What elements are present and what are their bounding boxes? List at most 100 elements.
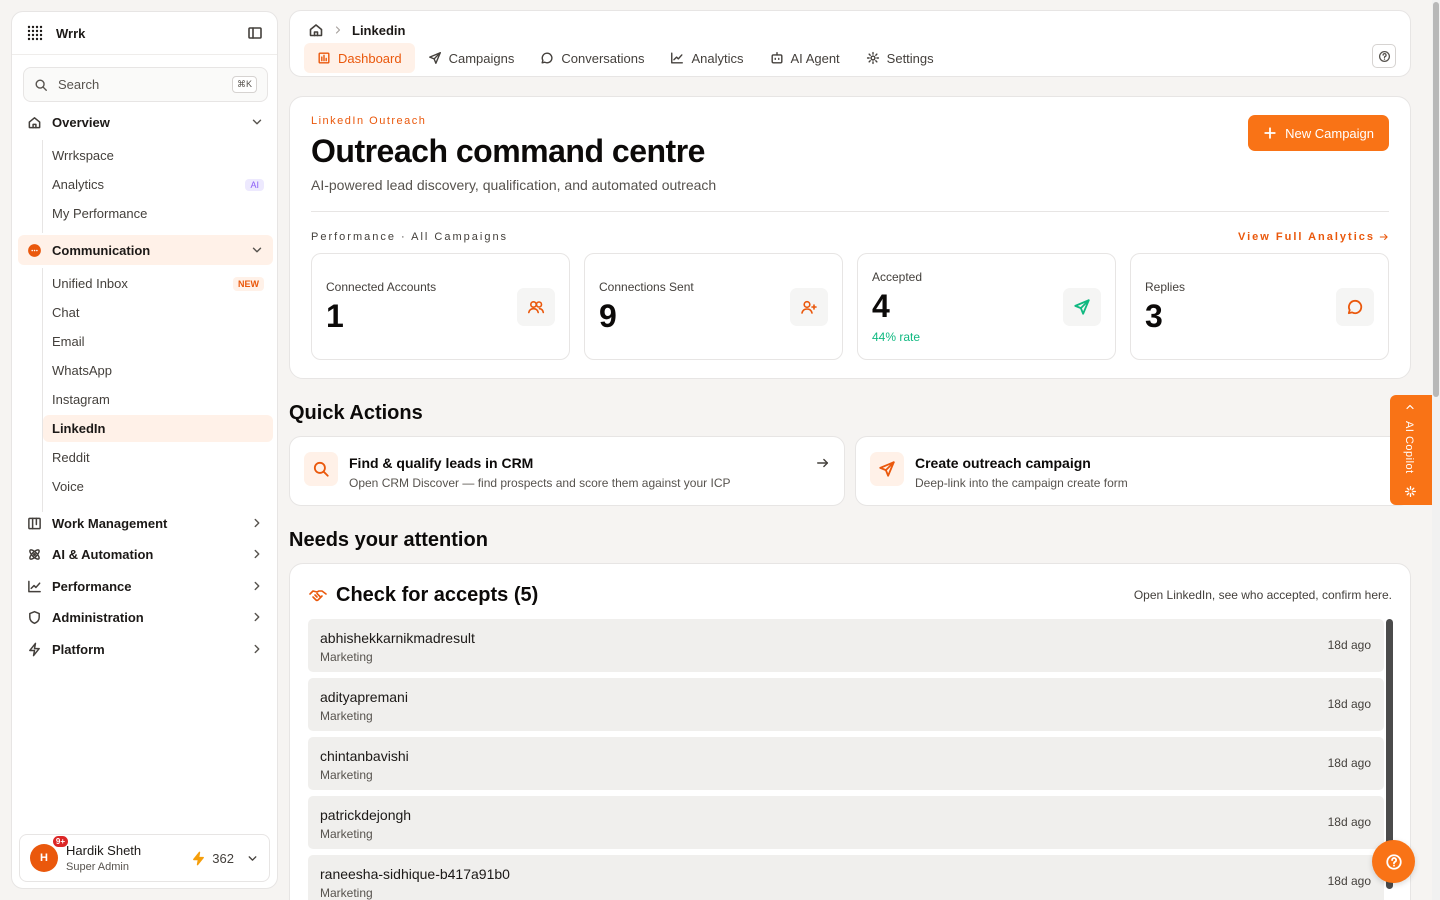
stat-label: Replies — [1145, 280, 1186, 294]
stat-value: 9 — [599, 298, 617, 334]
quick-action-find-leads[interactable]: Find & qualify leads in CRM Open CRM Dis… — [289, 436, 845, 506]
chevron-up-icon — [1406, 404, 1414, 410]
sidebar-item-chat[interactable]: Chat — [43, 299, 273, 326]
chevron-right-icon — [254, 644, 260, 654]
search-input[interactable]: Search ⌘K — [23, 67, 268, 102]
sidebar-item-label: Reddit — [52, 450, 90, 465]
lightning-icon — [193, 851, 205, 865]
chevron-right-icon — [335, 26, 341, 34]
user-menu[interactable]: H 9+ Hardik Sheth Super Admin 362 — [19, 834, 270, 882]
stat-icon-box — [1336, 288, 1374, 326]
sidebar-item-whatsapp[interactable]: WhatsApp — [43, 357, 273, 384]
quick-action-desc: Open CRM Discover — find prospects and s… — [349, 476, 731, 490]
bot-icon — [771, 52, 783, 64]
sidebar-item-unified-inbox[interactable]: Unified Inbox NEW — [43, 270, 273, 297]
chat-bubble-icon — [28, 243, 41, 257]
sidebar-item-analytics[interactable]: Analytics AI — [43, 171, 273, 198]
trend-chart-icon — [671, 52, 684, 64]
arrow-right-icon — [817, 458, 829, 468]
row-time: 18d ago — [1327, 756, 1371, 770]
trend-chart-icon — [28, 580, 41, 592]
performance-label: Performance · All Campaigns — [311, 231, 509, 243]
stat-card-connected-accounts: Connected Accounts 1 — [311, 253, 570, 360]
sidebar-item-my-performance[interactable]: My Performance — [43, 200, 273, 227]
sidebar-item-reddit[interactable]: Reddit — [43, 444, 273, 471]
tab-conversations[interactable]: Conversations — [527, 43, 657, 73]
user-role: Super Admin — [66, 861, 129, 873]
nav-section-performance[interactable]: Performance — [18, 571, 273, 601]
table-row[interactable]: patrickdejongh Marketing 18d ago — [308, 796, 1384, 849]
chevron-right-icon — [254, 612, 260, 622]
quick-action-create-campaign[interactable]: Create outreach campaign Deep-link into … — [855, 436, 1411, 506]
check-accepts-card: Check for accepts (5) Open LinkedIn, see… — [289, 563, 1411, 900]
nav-section-work-management[interactable]: Work Management — [18, 508, 273, 538]
page-scrollbar[interactable] — [1432, 0, 1440, 900]
table-row[interactable]: abhishekkarnikmadresult Marketing 18d ag… — [308, 619, 1384, 672]
sidebar-item-voice[interactable]: Voice — [43, 473, 273, 500]
help-button[interactable] — [1372, 44, 1396, 68]
nav-section-label: Administration — [52, 609, 144, 625]
search-icon — [313, 461, 329, 477]
stat-value: 1 — [326, 298, 344, 334]
tab-analytics[interactable]: Analytics — [657, 43, 756, 73]
sidebar-item-email[interactable]: Email — [43, 328, 273, 355]
sidebar-item-label: Email — [52, 334, 85, 349]
view-full-analytics-link[interactable]: View Full Analytics — [1238, 231, 1389, 243]
top-bar: Linkedin Dashboard Campaigns Conversatio… — [289, 10, 1411, 77]
stat-value: 4 — [872, 288, 890, 324]
nav-section-platform[interactable]: Platform — [18, 634, 273, 664]
stat-icon-box — [790, 288, 828, 326]
message-icon — [1347, 299, 1363, 315]
table-row[interactable]: chintanbavishi Marketing 18d ago — [308, 737, 1384, 790]
sidebar-toggle-icon[interactable] — [247, 25, 263, 41]
sidebar-header: Wrrk — [12, 12, 277, 55]
sidebar-item-label: LinkedIn — [52, 421, 106, 436]
sidebar-item-label: Voice — [52, 479, 84, 494]
chevron-right-icon — [254, 518, 260, 528]
home-icon[interactable] — [308, 22, 324, 38]
page-eyebrow: LinkedIn Outreach — [311, 115, 427, 127]
divider — [311, 211, 1389, 212]
page-subtitle: AI-powered lead discovery, qualification… — [311, 177, 717, 193]
tab-dashboard[interactable]: Dashboard — [304, 43, 415, 73]
nav-section-ai-automation[interactable]: AI & Automation — [18, 539, 273, 569]
help-circle-icon — [1378, 50, 1390, 62]
tab-settings[interactable]: Settings — [853, 43, 947, 73]
brand-name: Wrrk — [56, 25, 86, 41]
tab-ai-agent[interactable]: AI Agent — [757, 43, 853, 73]
table-row[interactable]: raneesha-sidhique-b417a91b0 Marketing 18… — [308, 855, 1384, 900]
row-group: Marketing — [320, 827, 373, 841]
user-plus-icon — [801, 300, 817, 314]
new-campaign-button[interactable]: New Campaign — [1248, 115, 1389, 151]
sidebar-item-wrrkspace[interactable]: Wrrkspace — [43, 142, 273, 169]
sidebar-item-label: Analytics — [52, 177, 105, 192]
nav-section-administration[interactable]: Administration — [18, 602, 273, 632]
help-fab-button[interactable] — [1372, 840, 1415, 883]
tab-label: Dashboard — [338, 50, 402, 66]
scrollbar-thumb[interactable] — [1433, 2, 1439, 397]
quick-action-desc: Deep-link into the campaign create form — [915, 476, 1128, 490]
nav-section-label: Work Management — [52, 515, 168, 531]
tab-bar: Dashboard Campaigns Conversations Analyt… — [304, 43, 947, 73]
sidebar-item-instagram[interactable]: Instagram — [43, 386, 273, 413]
search-shortcut: ⌘K — [231, 76, 257, 93]
tab-label: AI Agent — [790, 50, 840, 66]
card-hint: Open LinkedIn, see who accepted, confirm… — [1133, 588, 1392, 602]
row-name: abhishekkarnikmadresult — [320, 630, 475, 646]
sidebar: Wrrk Search ⌘K Overview Wrrkspace Analyt… — [11, 11, 278, 889]
tab-campaigns[interactable]: Campaigns — [415, 43, 528, 73]
sidebar-item-linkedin[interactable]: LinkedIn — [43, 415, 273, 442]
button-label: New Campaign — [1285, 125, 1374, 141]
ai-copilot-tab[interactable]: AI Copilot — [1390, 395, 1432, 505]
avatar: H 9+ — [30, 835, 69, 872]
breadcrumb-current: Linkedin — [352, 22, 406, 38]
table-row[interactable]: adityapremani Marketing 18d ago — [308, 678, 1384, 731]
nav-section-overview[interactable]: Overview — [18, 107, 273, 137]
gear-icon — [866, 51, 879, 65]
sidebar-item-label: Chat — [52, 305, 80, 320]
nav-section-communication[interactable]: Communication — [18, 235, 273, 265]
quick-action-title: Create outreach campaign — [915, 455, 1091, 471]
kanban-icon — [28, 517, 41, 529]
sidebar-item-label: Wrrkspace — [52, 148, 114, 163]
sidebar-item-label: WhatsApp — [52, 363, 112, 378]
